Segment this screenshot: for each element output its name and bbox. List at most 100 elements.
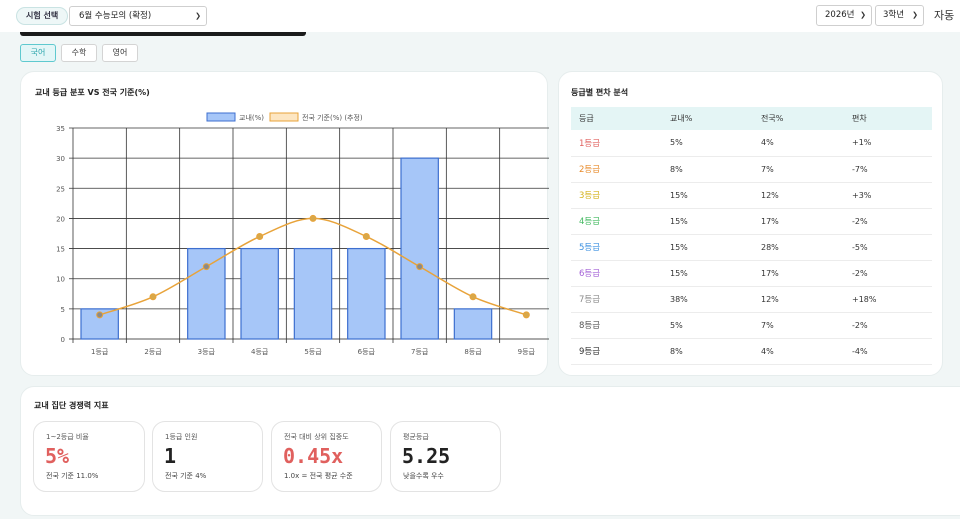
row-diff: +1%: [844, 130, 932, 157]
legend-label-school: 교내(%): [239, 113, 264, 122]
legend-label-national: 전국 기준(%) (추정): [302, 113, 363, 122]
metric-card-grade1-count: 1등급 인원 1 전국 기준 4%: [152, 421, 263, 492]
row-grade: 5등급: [571, 234, 662, 261]
line-point: [309, 214, 317, 222]
year-select[interactable]: 2026년 ❯: [816, 5, 872, 26]
x-tick-label: 1등급: [91, 348, 109, 356]
bar: [347, 247, 386, 340]
row-grade: 7등급: [571, 286, 662, 313]
y-tick-label: 15: [56, 246, 65, 254]
x-tick-label: 4등급: [251, 348, 269, 356]
row-nation: 12%: [753, 182, 844, 209]
row-nation: 17%: [753, 208, 844, 235]
exam-select-value: 6월 수능모의 (확정): [79, 11, 152, 21]
table-row: 6등급 15% 17% -2%: [571, 260, 932, 287]
header-grade: 등급: [571, 107, 662, 130]
row-grade: 3등급: [571, 182, 662, 209]
metric-sub: 전국 기준 11.0%: [46, 472, 99, 480]
table-row: 2등급 8% 7% -7%: [571, 156, 932, 183]
row-school: 15%: [662, 260, 753, 287]
row-grade: 8등급: [571, 312, 662, 339]
legend-swatch-school: [206, 112, 236, 122]
metric-label: 평균등급: [403, 433, 429, 441]
row-nation: 12%: [753, 286, 844, 313]
metric-card-average-grade: 평균등급 5.25 낮을수록 우수: [390, 421, 501, 492]
row-school: 8%: [662, 338, 753, 365]
tab-english[interactable]: 영어: [102, 44, 138, 62]
row-nation: 4%: [753, 130, 844, 157]
metric-value: 5%: [45, 444, 70, 468]
legend-swatch-national: [269, 112, 299, 122]
exam-select-label: 시험 선택: [16, 7, 69, 25]
row-diff: -2%: [844, 312, 932, 339]
x-tick-label: 6등급: [358, 348, 376, 356]
row-diff: -7%: [844, 156, 932, 183]
row-nation: 28%: [753, 234, 844, 261]
row-grade: 4등급: [571, 208, 662, 235]
row-diff: +18%: [844, 286, 932, 313]
bar: [240, 247, 279, 340]
row-diff: -4%: [844, 338, 932, 365]
chevron-down-icon: ❯: [860, 11, 866, 19]
distribution-card: 교내 등급 분포 VS 전국 기준(%) 교내(%) 전국 기준(%) (추정)…: [20, 71, 549, 376]
x-tick-label: 8등급: [464, 348, 482, 356]
table-row: 9등급 8% 4% -4%: [571, 338, 932, 365]
row-nation: 7%: [753, 312, 844, 339]
bar: [187, 247, 226, 340]
y-tick-label: 5: [61, 306, 65, 314]
table-header-row: 등급 교내% 전국% 편차: [571, 107, 932, 130]
deviation-title: 등급별 편차 분석: [571, 88, 629, 97]
row-school: 5%: [662, 130, 753, 157]
y-tick-label: 30: [56, 155, 65, 163]
chart-legend: 교내(%) 전국 기준(%) (추정): [206, 112, 363, 122]
row-diff: -5%: [844, 234, 932, 261]
header-nation: 전국%: [753, 107, 844, 130]
grade-select[interactable]: 3학년 ❯: [875, 5, 924, 26]
x-tick-label: 2등급: [144, 348, 162, 356]
metric-card-top2-ratio: 1~2등급 비율 5% 전국 기준 11.0%: [33, 421, 145, 492]
exam-select[interactable]: 6월 수능모의 (확정) ❯: [69, 6, 207, 26]
metric-label: 1등급 인원: [165, 433, 198, 441]
table-row: 7등급 38% 12% +18%: [571, 286, 932, 313]
table-row: 3등급 15% 12% +3%: [571, 182, 932, 209]
row-grade: 6등급: [571, 260, 662, 287]
metric-value: 0.45x: [283, 444, 344, 468]
row-diff: +3%: [844, 182, 932, 209]
chevron-down-icon: ❯: [912, 11, 918, 19]
chevron-down-icon: ❯: [195, 12, 201, 20]
metric-sub: 전국 기준 4%: [165, 472, 207, 480]
bar: [400, 157, 439, 340]
y-tick-label: 0: [61, 336, 65, 344]
row-nation: 7%: [753, 156, 844, 183]
line-point: [96, 311, 104, 319]
line-point: [416, 263, 424, 271]
auto-button[interactable]: 자동: [934, 7, 954, 23]
bar: [293, 247, 333, 340]
line-point: [256, 233, 264, 241]
row-school: 5%: [662, 312, 753, 339]
header-diff: 편차: [844, 107, 932, 130]
table-row: 5등급 15% 28% -5%: [571, 234, 932, 261]
row-grade: 1등급: [571, 130, 662, 157]
line-point: [149, 293, 157, 301]
tab-korean[interactable]: 국어: [20, 44, 56, 62]
row-school: 15%: [662, 234, 753, 261]
distribution-chart: 교내(%) 전국 기준(%) (추정) 1등급 2등급 3등급 4등급 5등급 6등급 7등…: [56, 112, 549, 356]
row-school: 15%: [662, 182, 753, 209]
row-school: 15%: [662, 208, 753, 235]
row-diff: -2%: [844, 260, 932, 287]
y-tick-label: 20: [56, 215, 65, 223]
row-school: 8%: [662, 156, 753, 183]
y-tick-label: 10: [56, 276, 65, 284]
metric-value: 1: [164, 444, 177, 468]
competitiveness-card: 교내 집단 경쟁력 지표 1~2등급 비율 5% 전국 기준 11.0% 1등급…: [20, 386, 960, 516]
metric-label: 전국 대비 상위 집중도: [284, 433, 349, 441]
progress-strip: [20, 32, 306, 36]
row-grade: 9등급: [571, 338, 662, 365]
deviation-card: 등급별 편차 분석 등급 교내% 전국% 편차 1등급 5% 4% +1% 2등급 8% 7…: [558, 71, 943, 376]
x-tick-label: 5등급: [304, 348, 322, 356]
tab-math[interactable]: 수학: [61, 44, 97, 62]
row-diff: -2%: [844, 208, 932, 235]
year-select-value: 2026년: [825, 10, 855, 20]
grade-select-value: 3학년: [883, 10, 905, 20]
